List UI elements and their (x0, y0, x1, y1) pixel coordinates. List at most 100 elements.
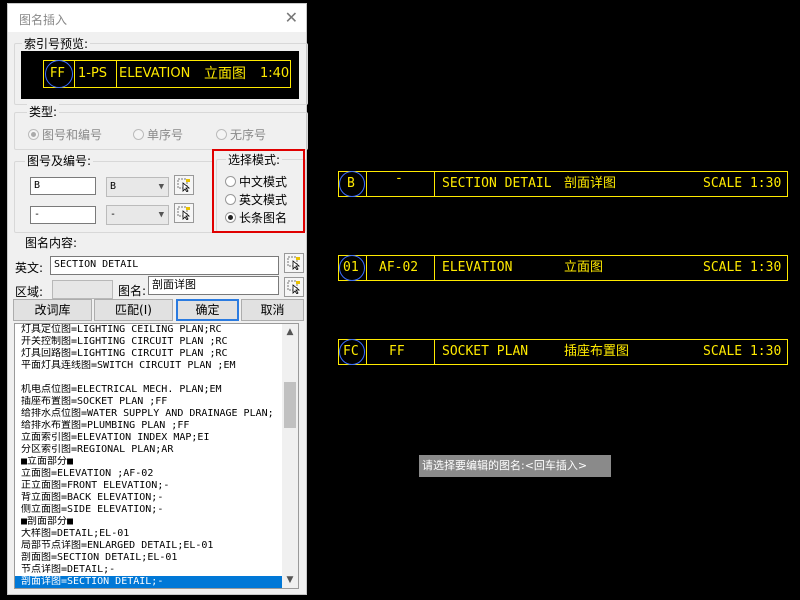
radio-dot (216, 129, 227, 140)
list-item[interactable] (15, 372, 283, 384)
list-item[interactable]: 灯具定位图=LIGHTING CEILING PLAN;RC (15, 324, 283, 336)
list-item[interactable]: 立面图=ELEVATION ;AF-02 (15, 468, 283, 480)
number-text: FF (389, 344, 405, 359)
close-icon[interactable]: ✕ (285, 8, 298, 27)
name-label: 图名: (118, 284, 147, 298)
radio-label: 图号和编号 (42, 128, 103, 142)
radio-dot (133, 129, 144, 140)
cad-title-block[interactable]: B - SECTION DETAIL 剖面详图 SCALE 1:30 (338, 171, 788, 197)
preview-circle-text: FF (50, 66, 65, 81)
divider (366, 340, 367, 364)
drawing-name-list[interactable]: 灯具定位图=LIGHTING CEILING PLAN;RC 开关控制图=LIGH… (14, 323, 299, 589)
pick-number-button[interactable] (174, 175, 194, 195)
divider (434, 340, 435, 364)
divider (434, 256, 435, 280)
chevron-down-icon: ▼ (158, 182, 164, 192)
type-radio-single-index[interactable]: 单序号 (133, 126, 183, 143)
pick-sequence-button[interactable] (174, 203, 194, 223)
preview-canvas: FF 1-PS ELEVATION 立面图 1:40 (21, 51, 299, 99)
pick-name-button[interactable] (284, 277, 304, 297)
combo-value: B (110, 181, 117, 192)
pick-cursor-icon (177, 178, 191, 192)
scale-text: SCALE 1:30 (703, 260, 782, 275)
list-item[interactable]: 侧立面图=SIDE ELEVATION;- (15, 504, 283, 516)
english-name-input[interactable]: SECTION DETAIL (50, 256, 279, 275)
name-en-text: SECTION DETAIL (442, 176, 552, 191)
preview-label: 索引号预览: (22, 35, 91, 52)
combo-value: - (110, 209, 117, 220)
list-item[interactable]: 分区索引图=REGIONAL PLAN;AR (15, 444, 283, 456)
divider (366, 256, 367, 280)
circle-text: 01 (343, 260, 359, 275)
ok-button[interactable]: 确定 (176, 299, 239, 321)
list-item[interactable]: 立面索引图=ELEVATION INDEX MAP;EI (15, 432, 283, 444)
edit-library-button[interactable]: 改词库 (13, 299, 92, 321)
sequence-number-combo[interactable]: - ▼ (106, 205, 169, 225)
list-item[interactable]: 大样图=DETAIL;EL-01 (15, 528, 283, 540)
number-text: - (395, 171, 403, 186)
list-item[interactable]: ■剖面部分■ (15, 516, 283, 528)
pick-cursor-icon (287, 280, 301, 294)
scale-text: SCALE 1:30 (703, 344, 782, 359)
chevron-down-icon: ▼ (158, 210, 164, 220)
drawing-number-combo[interactable]: B ▼ (106, 177, 169, 197)
preview-name-cn: 立面图 (204, 66, 246, 82)
preview-title-block: FF 1-PS ELEVATION 立面图 1:40 (43, 60, 291, 88)
preview-scale: 1:40 (260, 66, 290, 81)
area-input[interactable] (52, 280, 113, 299)
scroll-thumb[interactable] (284, 382, 296, 428)
type-label: 类型: (27, 103, 60, 120)
sequence-number-input[interactable]: - (30, 206, 96, 224)
cancel-button[interactable]: 取消 (241, 299, 304, 321)
name-en-text: ELEVATION (442, 260, 513, 275)
preview-divider (74, 61, 75, 87)
radio-label: 无序号 (230, 128, 267, 142)
list-item[interactable]: 灯具回路图=LIGHTING CIRCUIT PLAN ;RC (15, 348, 283, 360)
english-label: 英文: (15, 261, 44, 275)
list-item[interactable]: 给排水布置图=PLUMBING PLAN ;FF (15, 420, 283, 432)
insert-drawing-name-dialog: 图名插入 ✕ 索引号预览: FF 1-PS ELEVATION 立面图 1:40… (7, 3, 308, 595)
pick-english-button[interactable] (284, 253, 304, 273)
radio-label: 单序号 (147, 128, 184, 142)
list-item[interactable]: 局部节点详图=ENLARGED DETAIL;EL-01 (15, 540, 283, 552)
command-prompt-tooltip: 请选择要编辑的图名:<回车插入> (419, 455, 611, 477)
type-radio-number-and-index[interactable]: 图号和编号 (28, 126, 102, 143)
list-item[interactable]: 平面灯具连线图=SWITCH CIRCUIT PLAN ;EM (15, 360, 283, 372)
name-cn-text: 立面图 (564, 260, 604, 275)
name-en-text: SOCKET PLAN (442, 344, 529, 359)
list-item[interactable]: 插座布置图=SOCKET PLAN ;FF (15, 396, 283, 408)
name-cn-text: 插座布置图 (564, 344, 630, 359)
number-label: 图号及编号: (25, 152, 94, 169)
pick-cursor-icon (287, 256, 301, 270)
preview-sheet-number: 1-PS (78, 66, 108, 81)
list-item[interactable]: 开关控制图=LIGHTING CIRCUIT PLAN ;RC (15, 336, 283, 348)
list-item[interactable]: 背立面图=BACK ELEVATION;- (15, 492, 283, 504)
scroll-down-icon[interactable]: ▼ (282, 572, 298, 588)
list-item[interactable]: 剖面图=SECTION DETAIL;EL-01 (15, 552, 283, 564)
cad-title-block[interactable]: FC FF SOCKET PLAN 插座布置图 SCALE 1:30 (338, 339, 788, 365)
divider (434, 172, 435, 196)
chinese-name-input[interactable]: 剖面详图 (148, 276, 279, 295)
dialog-title: 图名插入 (19, 13, 68, 27)
list-item[interactable]: ■立面部分■ (15, 456, 283, 468)
mode-highlight-box (212, 149, 305, 233)
list-item[interactable]: 剖面详图=SECTION DETAIL;- (15, 576, 283, 588)
match-button[interactable]: 匹配(I) (94, 299, 173, 321)
title-bar: 图名插入 ✕ (8, 4, 306, 32)
circle-text: FC (343, 344, 359, 359)
scroll-up-icon[interactable]: ▲ (282, 324, 298, 340)
list-item[interactable]: 机电点位图=ELECTRICAL MECH. PLAN;EM (15, 384, 283, 396)
list-scrollbar[interactable]: ▲ ▼ (282, 324, 298, 588)
list-item[interactable]: 节点详图=DETAIL;- (15, 564, 283, 576)
scale-text: SCALE 1:30 (703, 176, 782, 191)
radio-dot (28, 129, 39, 140)
list-item[interactable]: 给排水点位图=WATER SUPPLY AND DRAINAGE PLAN; (15, 408, 283, 420)
list-item[interactable]: 正立面图=FRONT ELEVATION;- (15, 480, 283, 492)
list-items: 灯具定位图=LIGHTING CEILING PLAN;RC 开关控制图=LIGH… (15, 324, 283, 588)
cad-title-block[interactable]: 01 AF-02 ELEVATION 立面图 SCALE 1:30 (338, 255, 788, 281)
type-radio-no-index[interactable]: 无序号 (216, 126, 266, 143)
area-label: 区域: (15, 285, 44, 299)
circle-text: B (347, 176, 355, 191)
content-label: 图名内容: (23, 234, 80, 251)
drawing-number-input[interactable]: B (30, 177, 96, 195)
